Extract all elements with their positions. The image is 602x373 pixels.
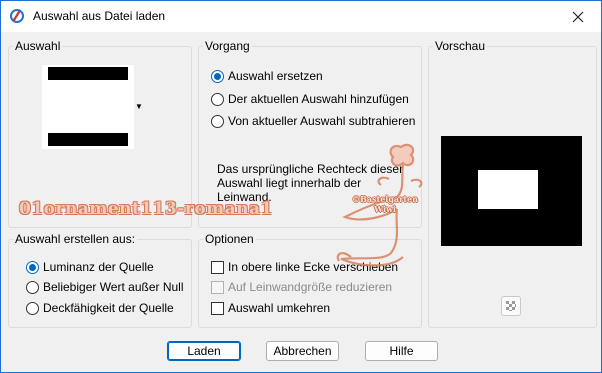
paintshop-icon: [10, 9, 24, 23]
selection-thumbnail[interactable]: [42, 65, 134, 149]
checkbox-leinwandgroesse[interactable]: Auf Leinwandgröße reduzieren: [211, 280, 392, 294]
hilfe-button[interactable]: Hilfe: [365, 341, 438, 361]
radio-dot: [211, 92, 224, 106]
radio-dot: [26, 301, 39, 315]
erstellen-group-label: Auswahl erstellen aus:: [13, 231, 138, 247]
vorschau-group-label: Vorschau: [433, 38, 488, 54]
close-icon: [572, 11, 584, 22]
radio-dot: [211, 69, 224, 83]
preview-selection-rect: [478, 170, 538, 209]
checkbox-box: [211, 301, 224, 315]
preview-transparency-button[interactable]: [501, 296, 521, 316]
radio-deckfaehigkeit[interactable]: Deckfähigkeit der Quelle: [26, 301, 174, 315]
radio-dot: [211, 114, 224, 128]
radio-label: Von aktueller Auswahl subtrahieren: [228, 114, 416, 128]
checkbox-label: Auf Leinwandgröße reduzieren: [228, 280, 393, 294]
checkbox-auswahl-umkehren[interactable]: Auswahl umkehren: [211, 301, 330, 315]
preview-canvas: [441, 136, 582, 246]
thumbnail-dropdown-arrow-icon[interactable]: ▼: [135, 103, 143, 111]
watermark-copyright-line1: ©Bastelgarten: [352, 194, 418, 204]
checkbox-label: Auswahl umkehren: [228, 301, 331, 315]
radio-label: Luminanz der Quelle: [43, 260, 154, 274]
abbrechen-button[interactable]: Abbrechen: [266, 341, 339, 361]
window-title: Auswahl aus Datei laden: [33, 9, 166, 23]
checkbox-box: [211, 260, 224, 274]
vorgang-group-label: Vorgang: [203, 38, 252, 54]
thumb-bottom-bar: [48, 133, 128, 146]
watermark-copyright-line2: Wiwi: [374, 204, 396, 214]
radio-auswahl-subtrahieren[interactable]: Von aktueller Auswahl subtrahieren: [211, 114, 415, 128]
checkerboard-icon: [506, 301, 516, 311]
radio-dot: [26, 280, 39, 294]
radio-auswahl-hinzufuegen[interactable]: Der aktuellen Auswahl hinzufügen: [211, 92, 409, 106]
laden-button[interactable]: Laden: [167, 341, 241, 361]
radio-label: Deckfähigkeit der Quelle: [43, 301, 174, 315]
radio-dot: [26, 260, 39, 274]
thumb-top-bar: [48, 67, 128, 80]
dialog-window: Auswahl aus Datei laden Auswahl ▼ Vorgan…: [0, 0, 602, 373]
radio-label: Beliebiger Wert außer Null: [43, 280, 184, 294]
auswahl-group-label: Auswahl: [13, 38, 63, 54]
checkbox-box: [211, 280, 224, 294]
radio-auswahl-ersetzen[interactable]: Auswahl ersetzen: [211, 69, 323, 83]
radio-luminanz[interactable]: Luminanz der Quelle: [26, 260, 154, 274]
optionen-group-label: Optionen: [203, 231, 256, 247]
radio-beliebiger-wert[interactable]: Beliebiger Wert außer Null: [26, 280, 184, 294]
watermark-copyright: ©Bastelgarten Wiwi: [345, 194, 425, 214]
close-button[interactable]: [555, 1, 601, 32]
radio-label: Auswahl ersetzen: [228, 69, 323, 83]
watermark-text: 01ornament113-romana1: [19, 199, 273, 219]
title-bar: Auswahl aus Datei laden: [1, 1, 601, 32]
radio-label: Der aktuellen Auswahl hinzufügen: [228, 92, 409, 106]
